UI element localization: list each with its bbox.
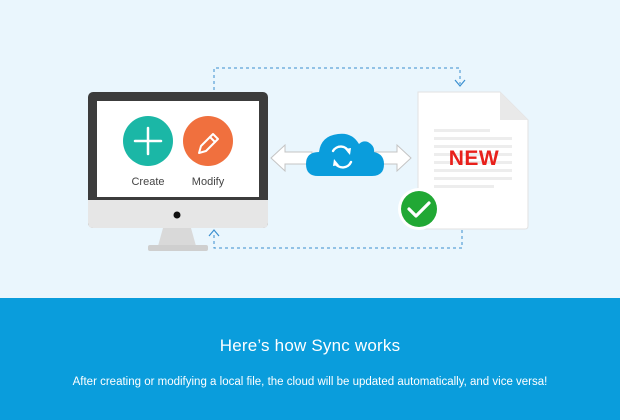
sync-diagram: Create Modify NEW bbox=[88, 67, 529, 251]
sync-explainer: Create Modify NEW Here’s how Sync works … bbox=[0, 0, 620, 420]
check-icon bbox=[398, 188, 440, 230]
left-arrow-icon bbox=[270, 143, 313, 173]
create-label: Create bbox=[131, 176, 164, 188]
cloud-shape bbox=[306, 133, 384, 176]
modify-circle bbox=[183, 116, 233, 166]
dashed-arrow-bottom bbox=[213, 230, 463, 249]
banner-subtitle: After creating or modifying a local file… bbox=[72, 376, 548, 388]
dashed-arrow-top bbox=[213, 67, 461, 90]
modify-label: Modify bbox=[192, 176, 225, 188]
banner-title: Here’s how Sync works bbox=[219, 336, 401, 355]
cloud-sync-icon bbox=[306, 133, 384, 176]
info-banner: Here’s how Sync works After creating or … bbox=[0, 298, 620, 420]
monitor-icon bbox=[88, 92, 268, 251]
new-badge: NEW bbox=[449, 147, 500, 170]
